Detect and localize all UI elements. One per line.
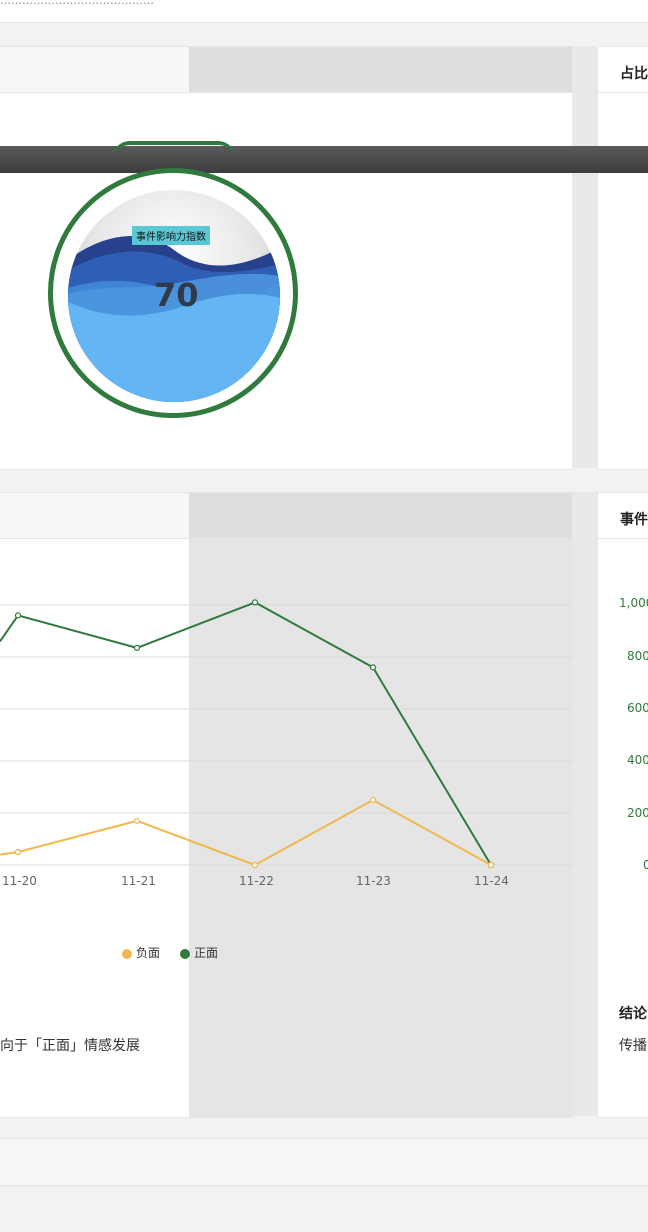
x-tick-label: 11-23	[356, 874, 391, 888]
share-panel: 占比	[597, 46, 648, 470]
y-tick-label: 800	[627, 649, 648, 663]
y-tick-label: 1,000	[619, 596, 648, 610]
gauge-label: 事件影响力指数	[132, 226, 210, 245]
legend-dot-icon	[180, 948, 190, 959]
data-point[interactable]	[14, 612, 22, 619]
panel-gutter	[572, 492, 597, 1116]
legend-item-negative[interactable]: 负面	[122, 944, 160, 961]
data-point[interactable]	[14, 848, 22, 856]
share-panel-title: 占比	[620, 66, 648, 82]
legend-item-positive[interactable]: 正面	[180, 944, 218, 961]
data-point[interactable]	[369, 664, 377, 671]
top-strip-text: ……………………………………	[0, 0, 154, 7]
data-point[interactable]	[133, 817, 141, 824]
legend-label: 正面	[194, 946, 219, 960]
y-tick-label: 400	[627, 753, 648, 767]
data-point[interactable]	[369, 796, 377, 804]
gauge-value: 70	[154, 276, 199, 314]
series-line	[0, 798, 492, 867]
conclusion-label: 结论	[619, 1006, 647, 1022]
y-tick-label: 600	[627, 701, 648, 715]
header-shade	[189, 47, 572, 92]
sentiment-trend-chart	[0, 599, 572, 869]
x-tick-label: 11-22	[239, 874, 274, 888]
x-tick-label: 11-21	[121, 874, 156, 888]
x-tick-label: 11-20	[2, 874, 37, 888]
event-panel: 事件	[597, 492, 648, 1118]
y-tick-label: 200	[627, 806, 648, 820]
event-panel-title: 事件	[620, 512, 648, 528]
share-panel-header: 占比	[598, 47, 648, 93]
top-strip: ……………………………………	[0, 0, 648, 23]
trend-summary: 向于「正面」情感发展	[0, 1038, 140, 1054]
data-point[interactable]	[487, 861, 495, 869]
series-line	[0, 601, 492, 866]
spread-label: 传播	[619, 1038, 647, 1054]
legend-dot-icon	[122, 948, 132, 959]
header-shade	[189, 493, 572, 538]
data-point[interactable]	[133, 644, 141, 652]
legend-label: 负面	[136, 946, 161, 960]
overlay-bar	[0, 146, 648, 173]
x-tick-label: 11-24	[474, 874, 509, 888]
gauge-ring-arc	[112, 141, 236, 159]
data-point[interactable]	[251, 861, 259, 869]
bottom-strip	[0, 1138, 648, 1186]
y-tick-label: 0	[643, 858, 648, 872]
event-panel-header: 事件	[598, 493, 648, 539]
data-point[interactable]	[251, 599, 259, 606]
panel-gutter	[572, 46, 597, 468]
